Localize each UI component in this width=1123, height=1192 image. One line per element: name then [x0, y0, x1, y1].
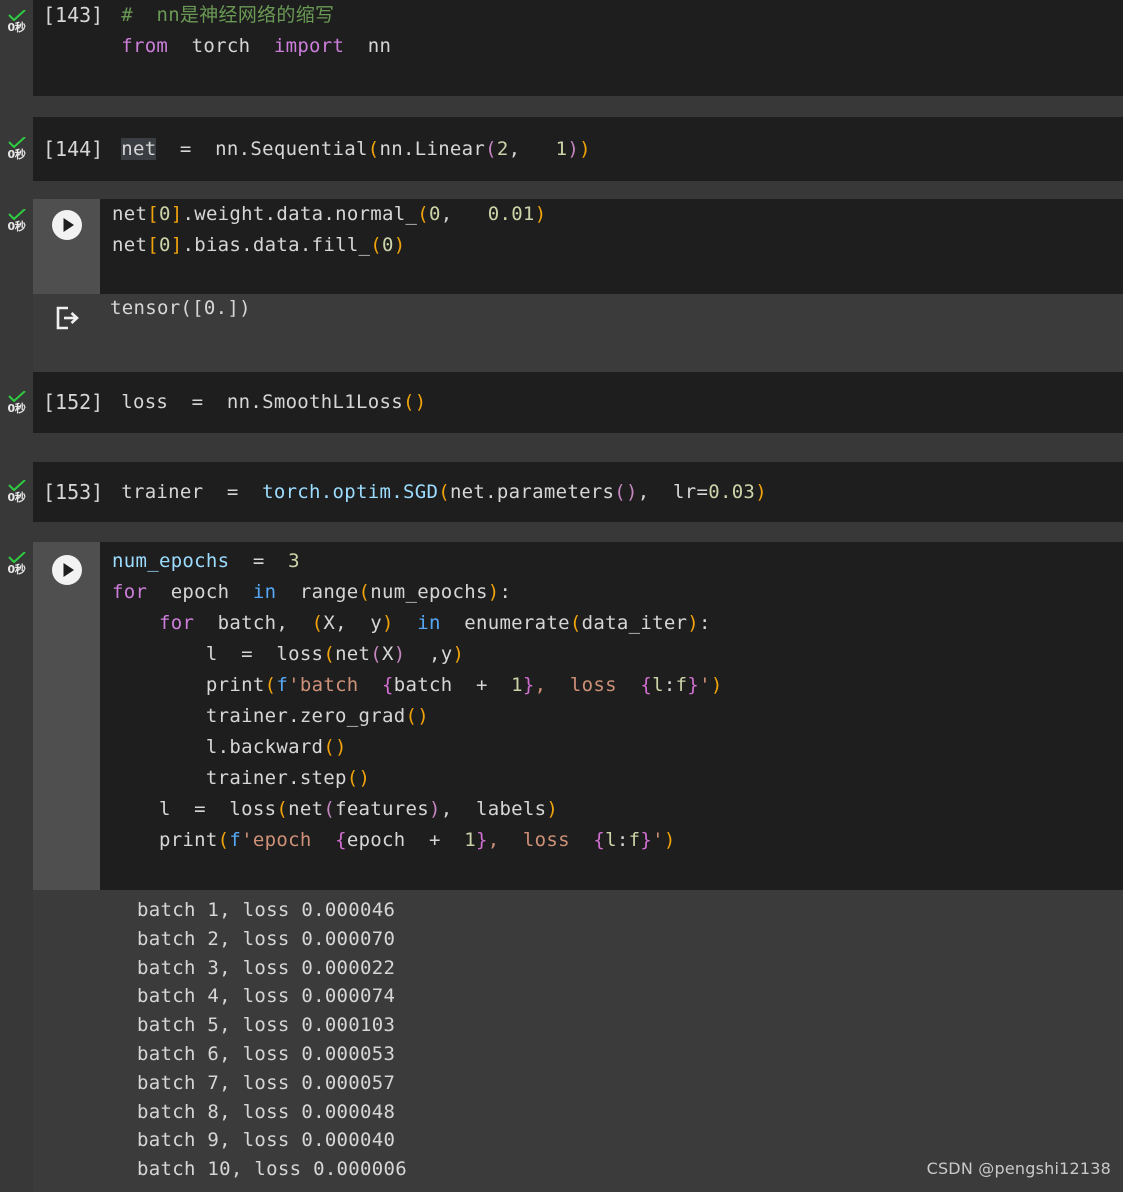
check-icon: [7, 10, 26, 21]
code-cell-153[interactable]: 0秒 [153] trainer = torch.optim.SGD(net.p…: [0, 462, 1123, 522]
play-icon[interactable]: [51, 209, 83, 241]
cell-elapsed-143: 0秒: [7, 21, 26, 34]
code-body-143[interactable]: [143] # nn是神经网络的缩写 from torch import nn: [33, 0, 1123, 96]
check-icon: [7, 137, 26, 148]
code-body-init[interactable]: net[0].weight.data.normal_(0, 0.01) net[…: [33, 199, 1123, 294]
exec-count-152: [152]: [43, 390, 104, 414]
run-cell-gutter-train[interactable]: [33, 542, 100, 890]
cell-elapsed-152: 0秒: [7, 401, 26, 415]
exec-count-143: [143]: [43, 3, 104, 27]
csdn-watermark: CSDN @pengshi12138: [926, 1159, 1111, 1178]
check-icon: [7, 390, 26, 402]
source-144[interactable]: net = nn.Sequential(nn.Linear(2, 1)): [111, 134, 1123, 165]
stream-line: batch 6, loss 0.000053: [137, 1042, 396, 1065]
source-152[interactable]: loss = nn.SmoothL1Loss(): [111, 387, 1123, 418]
code-cell-training-loop[interactable]: 0秒 num_epochs = 3 for epoch in range(num…: [0, 542, 1123, 890]
stream-line: batch 9, loss 0.000040: [137, 1129, 396, 1152]
cell-status-init: 0秒: [0, 199, 33, 294]
jupyter-notebook: 0秒 [143] # nn是神经网络的缩写 from torch import …: [0, 0, 1123, 1192]
check-icon: [7, 552, 26, 563]
code-cell-152[interactable]: 0秒 [152] loss = nn.SmoothL1Loss(): [0, 372, 1123, 433]
stream-line: batch 8, loss 0.000048: [137, 1100, 396, 1123]
stream-line: batch 3, loss 0.000022: [137, 956, 396, 979]
cell-elapsed-144: 0秒: [7, 148, 26, 161]
stream-line: batch 5, loss 0.000103: [137, 1014, 396, 1037]
code-cell-init-weights[interactable]: 0秒 net[0].weight.data.normal_(0, 0.01) n…: [0, 199, 1123, 294]
check-icon: [7, 209, 26, 220]
code-cell-143[interactable]: 0秒 [143] # nn是神经网络的缩写 from torch import …: [0, 0, 1123, 96]
source-143[interactable]: # nn是神经网络的缩写 from torch import nn: [111, 0, 1123, 62]
exec-count-153: [153]: [43, 479, 104, 504]
cell-elapsed-init: 0秒: [7, 220, 26, 233]
code-cell-144[interactable]: 0秒 [144] net = nn.Sequential(nn.Linear(2…: [0, 117, 1123, 181]
cell-status-152: 0秒: [0, 372, 33, 433]
stream-output-batches: batch 1, loss 0.000046 batch 2, loss 0.0…: [33, 890, 1123, 1192]
cell-output-tensor: tensor([0.]): [0, 294, 1123, 372]
output-text-tensor: tensor([0.]): [110, 297, 251, 319]
stream-line: batch 2, loss 0.000070: [137, 927, 396, 950]
cell-status-144: 0秒: [0, 117, 33, 181]
source-init[interactable]: net[0].weight.data.normal_(0, 0.01) net[…: [100, 199, 1123, 261]
play-icon[interactable]: [51, 554, 83, 586]
output-arrow-icon: [52, 303, 82, 333]
stream-line: batch 10, loss 0.000006: [137, 1158, 407, 1181]
stream-line: batch 4, loss 0.000074: [137, 985, 396, 1008]
check-icon: [7, 480, 26, 491]
stream-line: batch 1, loss 0.000046: [137, 899, 396, 921]
cell-elapsed-153: 0秒: [7, 491, 26, 504]
code-body-152[interactable]: [152] loss = nn.SmoothL1Loss(): [33, 372, 1123, 433]
output-icon-wrap: [33, 294, 100, 333]
cell-status-train: 0秒: [0, 542, 33, 890]
run-cell-gutter-init[interactable]: [33, 199, 100, 294]
source-train[interactable]: num_epochs = 3 for epoch in range(num_ep…: [100, 542, 1123, 856]
source-153[interactable]: trainer = torch.optim.SGD(net.parameters…: [111, 477, 1123, 508]
cell-status-153: 0秒: [0, 462, 33, 522]
cell-elapsed-train: 0秒: [7, 563, 26, 576]
cell-status-143: 0秒: [0, 0, 33, 96]
output-body: tensor([0.]): [33, 294, 1123, 372]
output-gutter: [0, 294, 33, 372]
stream-line: batch 7, loss 0.000057: [137, 1071, 396, 1094]
code-body-train[interactable]: num_epochs = 3 for epoch in range(num_ep…: [33, 542, 1123, 890]
exec-count-144: [144]: [43, 136, 104, 161]
code-body-153[interactable]: [153] trainer = torch.optim.SGD(net.para…: [33, 462, 1123, 522]
code-body-144[interactable]: [144] net = nn.Sequential(nn.Linear(2, 1…: [33, 117, 1123, 181]
